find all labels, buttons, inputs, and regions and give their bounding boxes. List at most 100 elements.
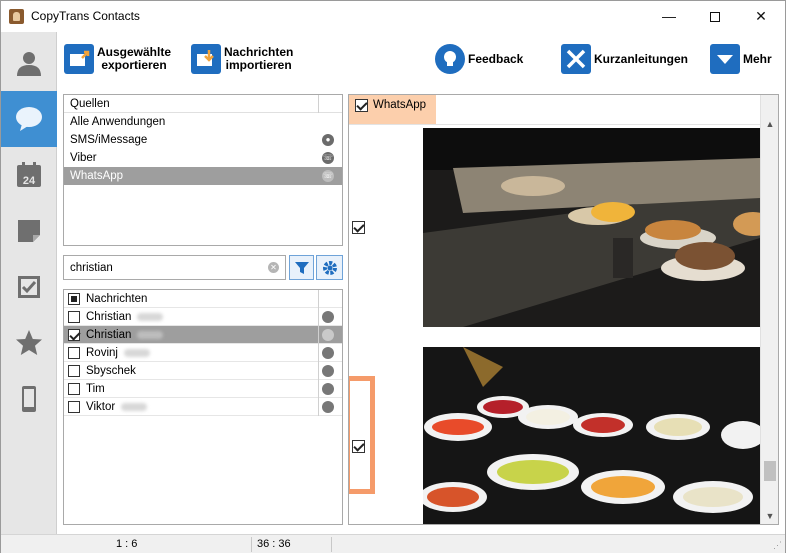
lightbulb-icon [435, 44, 465, 74]
source-item-label: WhatsApp [70, 170, 124, 182]
close-button[interactable]: ✕ [738, 1, 784, 32]
more-button[interactable]: Mehr [710, 41, 772, 77]
whatsapp-icon: ☏ [322, 170, 334, 182]
contact-name: Christian [86, 311, 132, 323]
maximize-button[interactable] [692, 1, 738, 32]
sidebar: 24 [1, 32, 57, 534]
contact-row[interactable]: Sbyschek [64, 362, 342, 380]
resize-grip-icon[interactable]: ⋰ [773, 540, 782, 551]
window-title: CopyTrans Contacts [31, 9, 140, 23]
sidebar-item-messages[interactable] [1, 91, 57, 147]
whatsapp-icon [322, 383, 334, 395]
app-logo-icon [9, 9, 24, 24]
select-all-checkbox[interactable] [68, 293, 80, 305]
scroll-down-icon[interactable]: ▼ [761, 507, 778, 524]
contact-name: Tim [86, 383, 105, 395]
filter-icon [294, 261, 309, 274]
search-input-value: christian [70, 262, 113, 274]
sidebar-item-notes[interactable] [1, 203, 57, 259]
whatsapp-icon [322, 347, 334, 359]
chevron-down-icon [710, 44, 740, 74]
export-icon [64, 44, 94, 74]
message-checkbox[interactable] [352, 221, 365, 234]
settings-button[interactable] [316, 255, 343, 280]
clear-search-icon[interactable]: ✕ [268, 262, 279, 273]
status-bar: 1 : 6 36 : 36 ⋰ [1, 534, 785, 553]
maximize-icon [710, 12, 720, 23]
chat-bubble-icon [16, 107, 42, 131]
sms-icon: ● [322, 134, 334, 146]
contact-checkbox[interactable] [68, 401, 80, 413]
source-item-viber[interactable]: Viber ☏ [64, 149, 342, 167]
whatsapp-icon [322, 365, 334, 377]
select-all-messages-checkbox[interactable] [355, 99, 368, 112]
sidebar-item-contacts[interactable] [1, 35, 57, 91]
quick-guides-button[interactable]: Kurzanleitungen [561, 41, 688, 77]
checklist-icon [18, 276, 40, 298]
contact-checkbox[interactable] [68, 383, 80, 395]
sidebar-item-device[interactable] [1, 371, 57, 427]
filter-button[interactable] [289, 255, 314, 280]
sidebar-item-favorites[interactable] [1, 315, 57, 371]
calendar-day-label: 24 [23, 175, 36, 187]
source-item-sms[interactable]: SMS/iMessage ● [64, 131, 342, 149]
quick-guides-label: Kurzanleitungen [594, 51, 689, 66]
status-messages-count: 36 : 36 [257, 538, 291, 550]
status-divider [331, 537, 332, 552]
phone-icon [22, 386, 36, 412]
contacts-header-label: Nachrichten [86, 293, 148, 305]
sidebar-item-reminders[interactable] [1, 259, 57, 315]
title-bar: CopyTrans Contacts — ✕ [1, 1, 785, 32]
message-view: WhatsApp ▲ ▼ [348, 94, 779, 525]
message-checkbox[interactable] [352, 440, 365, 453]
import-label-line2: importieren [225, 58, 292, 72]
contact-name: Sbyschek [86, 365, 136, 377]
note-icon [18, 220, 40, 242]
sources-list: Quellen Alle Anwendungen SMS/iMessage ● V… [63, 94, 343, 246]
status-divider [251, 537, 252, 552]
contacts-list: Nachrichten Christian Christian Rovinj S… [63, 289, 343, 525]
toolbar: Ausgewählte exportieren Nachrichten import… [58, 32, 785, 87]
selection-highlight [349, 376, 375, 494]
scroll-up-icon[interactable]: ▲ [761, 115, 778, 133]
more-label: Mehr [743, 51, 772, 66]
contact-name: Christian [86, 329, 132, 341]
source-item-label: Alle Anwendungen [70, 116, 166, 128]
contact-row[interactable]: Christian [64, 326, 342, 344]
gear-icon [322, 260, 337, 275]
import-messages-button[interactable]: Nachrichten importieren [191, 41, 293, 77]
person-icon [17, 52, 41, 76]
contact-row[interactable]: Viktor [64, 398, 342, 416]
contact-name: Rovinj [86, 347, 118, 359]
search-input[interactable]: christian ✕ [63, 255, 286, 280]
vertical-scrollbar[interactable]: ▲ ▼ [760, 95, 778, 524]
sources-header: Quellen [64, 95, 342, 113]
minimize-button[interactable]: — [646, 1, 692, 32]
contact-row[interactable]: Christian [64, 308, 342, 326]
contact-row[interactable]: Tim [64, 380, 342, 398]
contact-checkbox[interactable] [68, 365, 80, 377]
contact-checkbox[interactable] [68, 329, 80, 341]
star-icon [16, 330, 42, 355]
contact-row[interactable]: Rovinj [64, 344, 342, 362]
contact-checkbox[interactable] [68, 311, 80, 323]
contact-checkbox[interactable] [68, 347, 80, 359]
export-selected-button[interactable]: Ausgewählte exportieren [64, 41, 171, 77]
export-label-line2: exportieren [101, 58, 167, 72]
message-photo[interactable] [419, 347, 765, 524]
sidebar-item-calendar[interactable]: 24 [1, 147, 57, 203]
message-photo[interactable] [423, 128, 773, 327]
message-view-source-label: WhatsApp [373, 99, 427, 111]
viber-icon: ☏ [322, 152, 334, 164]
scroll-thumb[interactable] [764, 461, 776, 481]
tools-icon [561, 44, 591, 74]
source-item-all[interactable]: Alle Anwendungen [64, 113, 342, 131]
contact-name: Viktor [86, 401, 116, 413]
whatsapp-icon [322, 329, 334, 341]
feedback-button[interactable]: Feedback [435, 41, 523, 77]
import-icon [191, 44, 221, 74]
source-item-whatsapp[interactable]: WhatsApp ☏ [64, 167, 342, 185]
whatsapp-icon [322, 401, 334, 413]
calendar-icon: 24 [17, 162, 41, 187]
sources-header-label: Quellen [70, 98, 110, 110]
